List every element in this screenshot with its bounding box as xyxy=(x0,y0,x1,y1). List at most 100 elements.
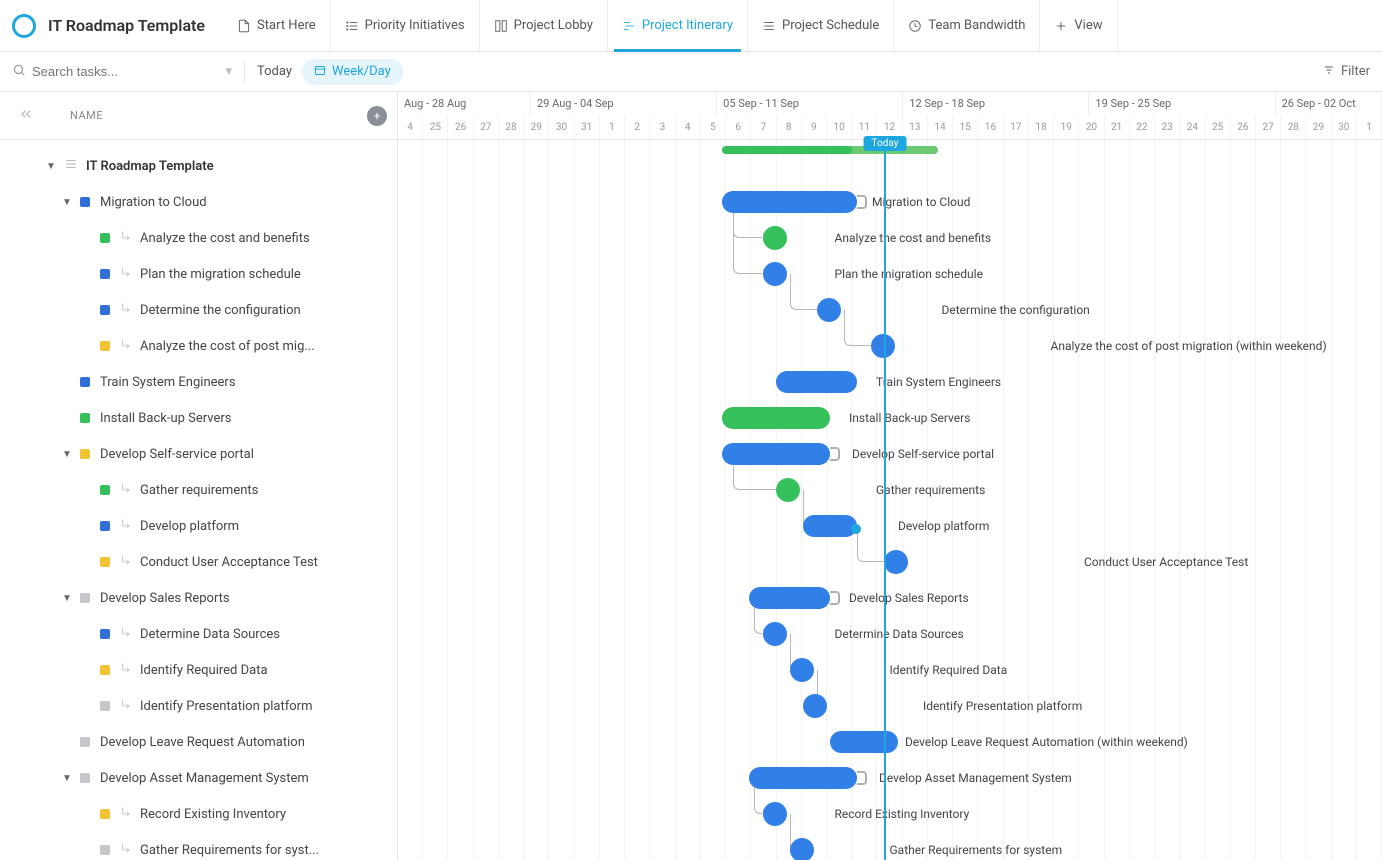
gantt-bar[interactable] xyxy=(817,298,841,322)
day-label: 25 xyxy=(1206,116,1231,140)
gantt-body[interactable]: TodayMigration to CloudAnalyze the cost … xyxy=(398,140,1382,860)
task-row[interactable]: Identify Required Data xyxy=(0,652,397,688)
caret-icon[interactable]: ▼ xyxy=(62,593,74,604)
task-row[interactable]: Gather Requirements for syst... xyxy=(0,832,397,860)
gantt-bar[interactable] xyxy=(763,802,787,826)
task-row[interactable]: Analyze the cost of post mig... xyxy=(0,328,397,364)
status-dot xyxy=(100,485,110,495)
gantt-bar[interactable] xyxy=(871,334,895,358)
gantt-bar[interactable] xyxy=(776,478,800,502)
task-row[interactable]: Gather requirements xyxy=(0,472,397,508)
gantt-bar[interactable] xyxy=(749,587,830,609)
today-chip: Today xyxy=(864,136,907,151)
status-dot xyxy=(80,593,90,603)
gantt-bar[interactable] xyxy=(763,262,787,286)
week-label: 26 Sep - 02 Oct xyxy=(1276,92,1382,116)
day-label: 19 xyxy=(1054,116,1079,140)
task-list-panel: NAME + ▼IT Roadmap Template▼Migration to… xyxy=(0,92,398,860)
task-row[interactable]: Identify Presentation platform xyxy=(0,688,397,724)
gantt-bar-label: Gather Requirements for system xyxy=(890,843,1063,857)
task-label: Conduct User Acceptance Test xyxy=(140,555,318,570)
gantt-bar[interactable] xyxy=(722,407,830,429)
task-label: Develop Leave Request Automation xyxy=(100,735,305,750)
collapse-panel-icon[interactable] xyxy=(18,106,34,126)
tab-label: Project Itinerary xyxy=(642,18,733,33)
gantt-bar[interactable] xyxy=(776,371,857,393)
task-row[interactable]: ▼Develop Asset Management System xyxy=(0,760,397,796)
gantt-bar[interactable] xyxy=(803,694,827,718)
gantt-bar-label: Gather requirements xyxy=(876,483,985,497)
day-label: 8 xyxy=(777,116,802,140)
caret-icon[interactable]: ▼ xyxy=(62,197,74,208)
gantt-bar[interactable] xyxy=(722,443,830,465)
day-label: 18 xyxy=(1029,116,1054,140)
gantt-bar-label: Install Back-up Servers xyxy=(849,411,970,425)
gantt-bar[interactable] xyxy=(803,515,857,537)
day-label: 28 xyxy=(1281,116,1306,140)
filter-button[interactable]: Filter xyxy=(1323,64,1370,80)
task-label: Analyze the cost of post mig... xyxy=(140,339,315,354)
list-icon xyxy=(345,19,359,33)
task-row[interactable]: Install Back-up Servers xyxy=(0,400,397,436)
task-label: Identify Presentation platform xyxy=(140,699,313,714)
task-row[interactable]: ▼Migration to Cloud xyxy=(0,184,397,220)
gantt-bar[interactable] xyxy=(749,767,857,789)
task-label: Develop Self-service portal xyxy=(100,447,254,462)
task-row[interactable]: Plan the migration schedule xyxy=(0,256,397,292)
subtask-icon xyxy=(120,662,132,678)
status-dot xyxy=(100,557,110,567)
tab-project-itinerary[interactable]: Project Itinerary xyxy=(608,0,748,51)
gantt-bar[interactable] xyxy=(790,838,814,860)
gantt-bar[interactable] xyxy=(790,658,814,682)
search-wrap[interactable]: ▾ xyxy=(12,63,232,81)
gantt-bar[interactable] xyxy=(830,731,898,753)
gantt-bar[interactable] xyxy=(722,191,857,213)
search-input[interactable] xyxy=(32,64,172,79)
milestone-diamond xyxy=(851,524,861,534)
tab-view[interactable]: View xyxy=(1040,0,1117,51)
tab-label: Team Bandwidth xyxy=(928,18,1025,33)
gantt-bar-label: Develop Sales Reports xyxy=(849,591,969,605)
calendar-icon xyxy=(314,64,326,80)
today-line: Today xyxy=(884,140,886,860)
top-bar: IT Roadmap Template Start HerePriority I… xyxy=(0,0,1382,52)
task-row[interactable]: Develop Leave Request Automation xyxy=(0,724,397,760)
tab-priority-initiatives[interactable]: Priority Initiatives xyxy=(331,0,480,51)
task-row[interactable]: ▼ Develop Self-service portal xyxy=(0,436,397,472)
chevron-down-icon[interactable]: ▾ xyxy=(225,64,232,79)
gantt-bar-label: Analyze the cost and benefits xyxy=(835,231,992,245)
gantt-bar[interactable] xyxy=(884,550,908,574)
day-label: 2 xyxy=(625,116,650,140)
task-row[interactable]: Determine the configuration xyxy=(0,292,397,328)
tab-start-here[interactable]: Start Here xyxy=(223,0,331,51)
day-label: 28 xyxy=(499,116,524,140)
task-row[interactable]: Analyze the cost and benefits xyxy=(0,220,397,256)
task-row[interactable]: Determine Data Sources xyxy=(0,616,397,652)
caret-icon[interactable]: ▼ xyxy=(46,161,58,172)
task-row[interactable]: ▼ Develop Sales Reports xyxy=(0,580,397,616)
task-row[interactable]: Record Existing Inventory xyxy=(0,796,397,832)
gantt-bar[interactable] xyxy=(763,226,787,250)
status-dot xyxy=(100,845,110,855)
status-dot xyxy=(100,665,110,675)
tab-label: View xyxy=(1074,18,1102,33)
tab-project-lobby[interactable]: Project Lobby xyxy=(480,0,608,51)
app-logo-icon xyxy=(12,14,36,38)
task-label: Develop Sales Reports xyxy=(100,591,230,606)
tab-team-bandwidth[interactable]: Team Bandwidth xyxy=(894,0,1040,51)
gantt-bar[interactable] xyxy=(763,622,787,646)
subtask-icon xyxy=(120,266,132,282)
caret-icon[interactable]: ▼ xyxy=(62,449,74,460)
caret-icon[interactable]: ▼ xyxy=(62,773,74,784)
task-row[interactable]: Conduct User Acceptance Test xyxy=(0,544,397,580)
add-task-button[interactable]: + xyxy=(367,106,387,126)
task-row[interactable]: Develop platform xyxy=(0,508,397,544)
day-label: 26 xyxy=(448,116,473,140)
weekday-toggle[interactable]: Week/Day xyxy=(302,59,403,85)
today-button[interactable]: Today xyxy=(257,64,292,79)
day-label: 9 xyxy=(802,116,827,140)
subtask-icon xyxy=(120,554,132,570)
task-row[interactable]: ▼IT Roadmap Template xyxy=(0,148,397,184)
task-row[interactable]: Train System Engineers xyxy=(0,364,397,400)
tab-project-schedule[interactable]: Project Schedule xyxy=(748,0,894,51)
